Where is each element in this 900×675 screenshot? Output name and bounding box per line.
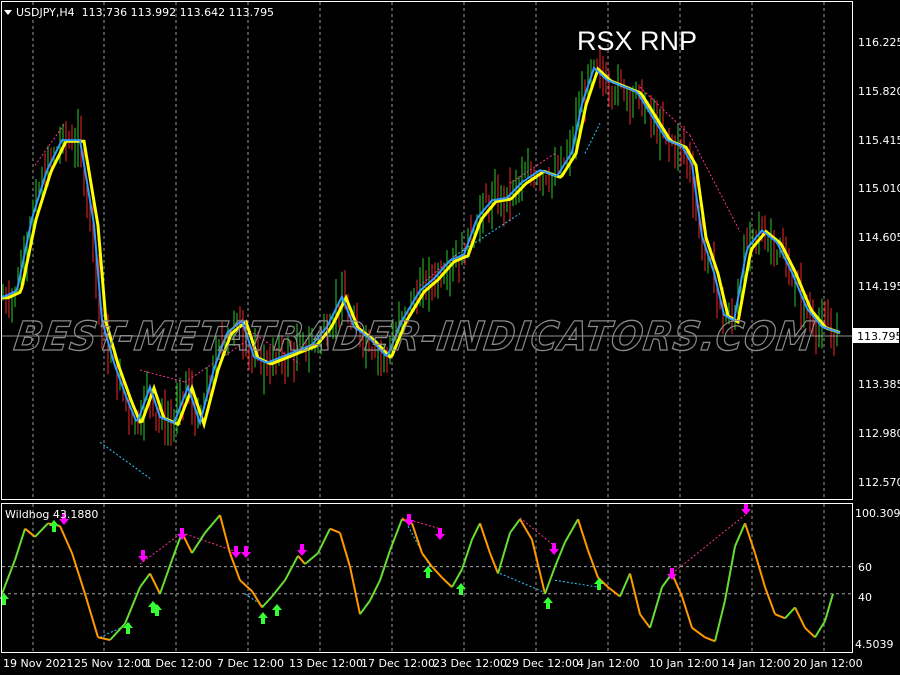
price-tick: 112.570 xyxy=(858,476,900,489)
indicator-tick: 4.5039 xyxy=(855,638,894,651)
metatrader-chart-window[interactable]: BEST-METATRADER-INDICATORS.COM USDJPY,H4… xyxy=(0,0,900,675)
time-label: 13 Dec 12:00 xyxy=(289,657,363,670)
current-price-label: 113.795 xyxy=(857,330,900,343)
chart-overlay-title: RSX RNP xyxy=(577,26,697,56)
price-tick: 114.605 xyxy=(858,231,900,244)
time-axis: 19 Nov 2021 25 Nov 12:00 1 Dec 12:00 7 D… xyxy=(3,657,863,670)
time-label: 1 Dec 12:00 xyxy=(145,657,212,670)
time-label: 29 Dec 12:00 xyxy=(505,657,579,670)
time-label: 14 Jan 12:00 xyxy=(721,657,791,670)
price-tick: 112.980 xyxy=(858,427,900,440)
time-label: 10 Jan 12:00 xyxy=(649,657,719,670)
time-label: 17 Dec 12:00 xyxy=(361,657,435,670)
watermark-text: BEST-METATRADER-INDICATORS.COM xyxy=(11,314,817,360)
price-tick: 115.415 xyxy=(858,134,900,147)
indicator-tick: 100.3093 xyxy=(855,507,900,520)
price-tick: 115.820 xyxy=(858,85,900,98)
price-tick: 115.010 xyxy=(858,182,900,195)
time-label: 19 Nov 2021 xyxy=(3,657,73,670)
time-label: 20 Jan 12:00 xyxy=(793,657,863,670)
time-label: 23 Dec 12:00 xyxy=(433,657,507,670)
time-label: 4 Jan 12:00 xyxy=(577,657,640,670)
time-label: 7 Dec 12:00 xyxy=(217,657,284,670)
price-tick: 116.225 xyxy=(858,36,900,49)
indicator-tick: 40 xyxy=(858,591,872,604)
price-tick: 114.195 xyxy=(858,280,900,293)
time-label: 25 Nov 12:00 xyxy=(74,657,148,670)
indicator-label: Wildhog 43.1880 xyxy=(5,508,98,521)
price-tick: 113.385 xyxy=(858,378,900,391)
symbol-info: USDJPY,H4 113.736 113.992 113.642 113.79… xyxy=(16,6,274,19)
indicator-tick: 60 xyxy=(858,561,872,574)
